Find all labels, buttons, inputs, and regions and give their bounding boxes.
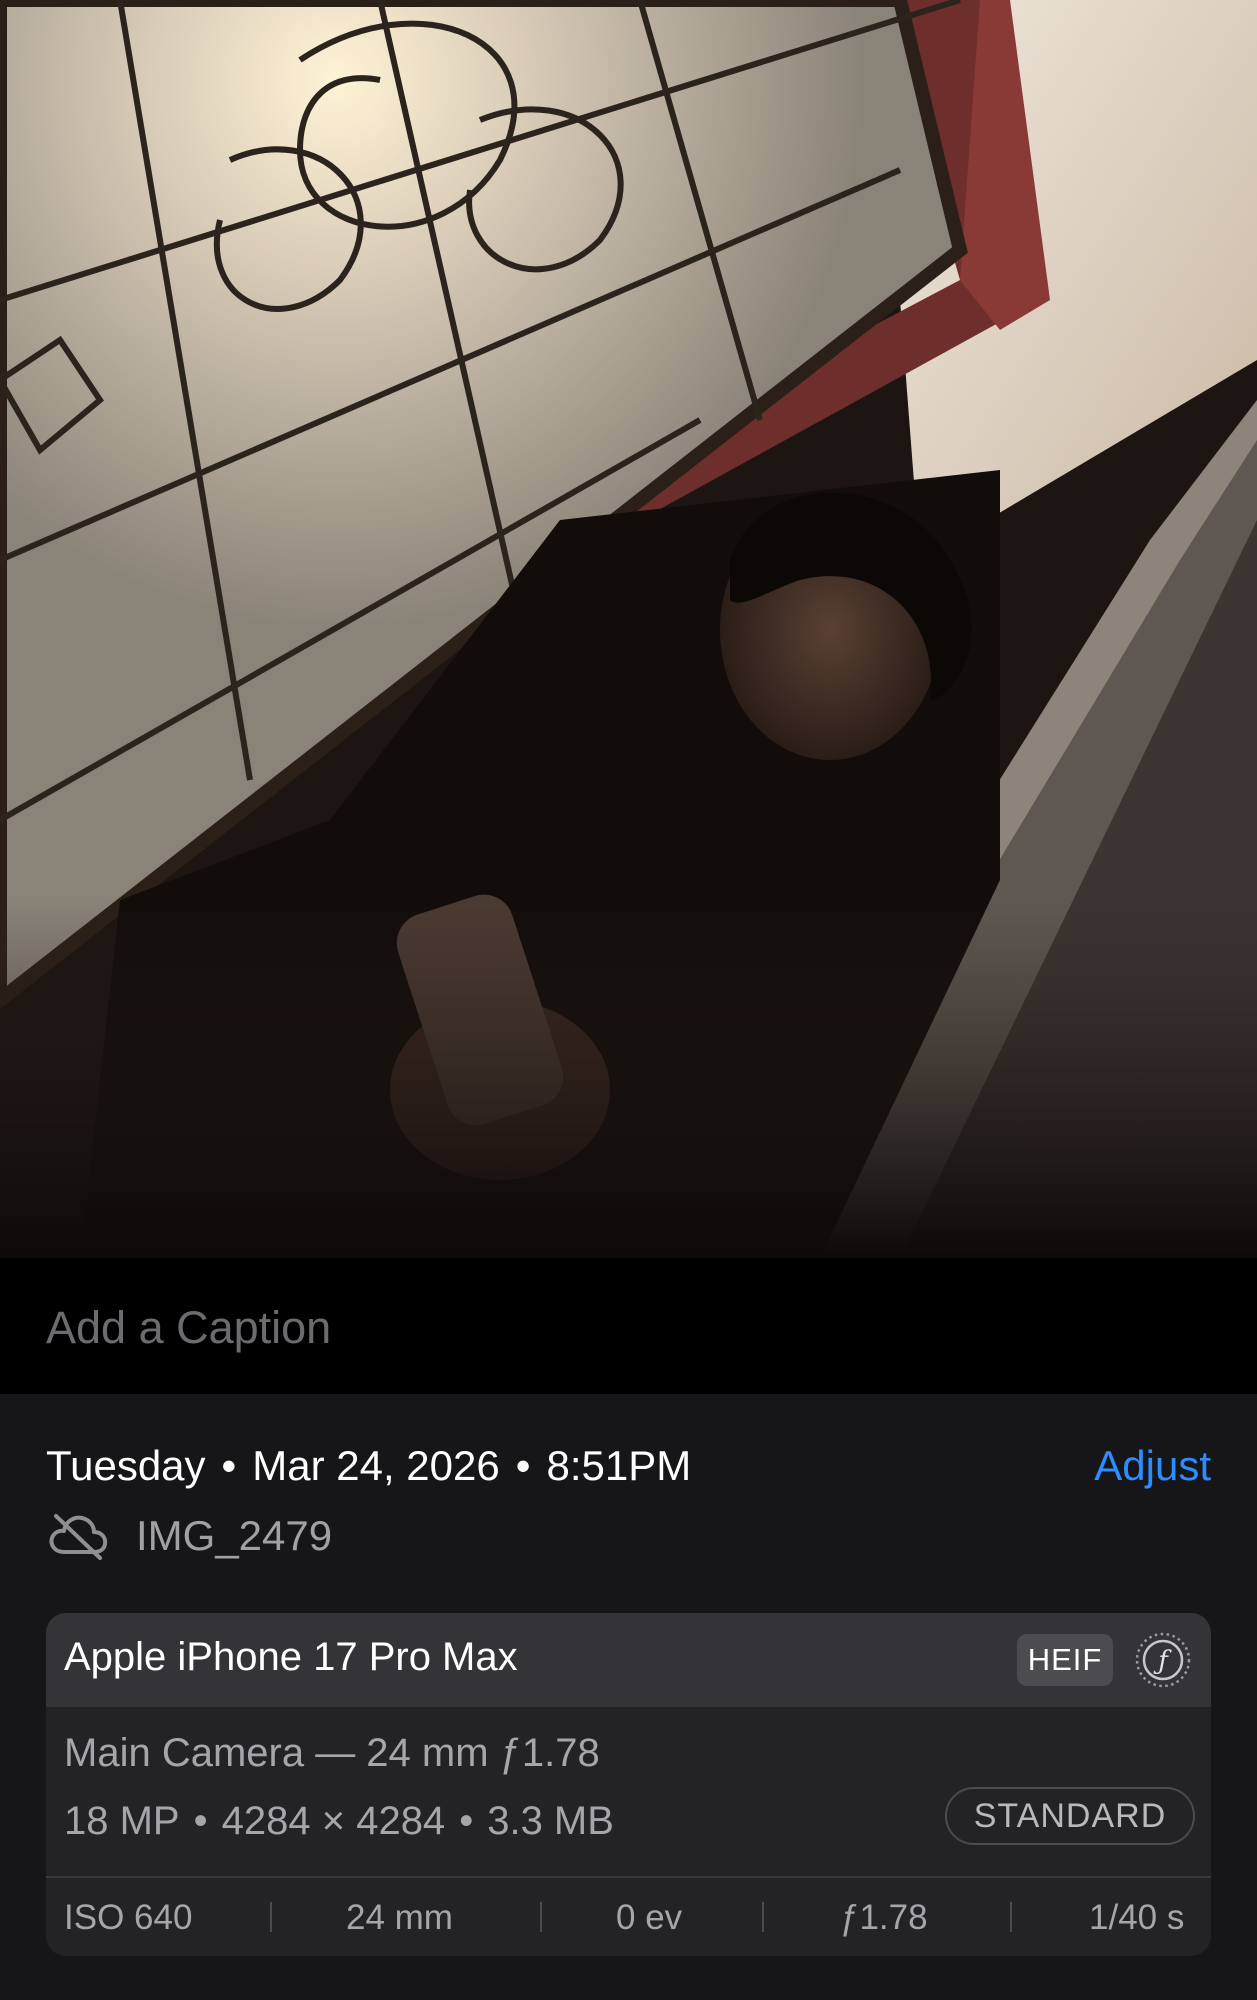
date-time-line: Tuesday • Mar 24, 2026 • 8:51PM — [46, 1442, 691, 1490]
photographic-style-badge[interactable]: STANDARD — [945, 1787, 1195, 1845]
dimensions: 4284 × 4284 — [221, 1799, 446, 1843]
svg-text:ƒ: ƒ — [1153, 1646, 1172, 1676]
focal-length-value: 24 mm — [346, 1898, 453, 1937]
metadata-header: Apple iPhone 17 Pro Max HEIF ƒ — [46, 1613, 1211, 1707]
time-label: 8:51PM — [546, 1442, 692, 1489]
metadata-card: Apple iPhone 17 Pro Max HEIF ƒ Main Came… — [46, 1613, 1211, 1956]
file-size: 3.3 MB — [487, 1799, 614, 1843]
separator-dot: • — [515, 1442, 531, 1489]
exif-row: ISO 640 24 mm 0 ev ƒ1.78 1/40 s — [46, 1878, 1211, 1956]
day-label: Tuesday — [46, 1442, 206, 1489]
lens-info: Main Camera — 24 mm ƒ1.78 — [64, 1731, 600, 1775]
exposure-value: 0 ev — [616, 1898, 683, 1937]
separator-dot: • — [221, 1442, 237, 1489]
iso-value: ISO 640 — [64, 1898, 193, 1937]
separator-dot: • — [459, 1799, 474, 1843]
photo-image[interactable] — [0, 0, 1257, 1258]
cloud-off-icon — [46, 1510, 110, 1562]
exif-separator — [540, 1902, 542, 1932]
shutter-speed-value: 1/40 s — [1089, 1898, 1185, 1937]
aperture-value: ƒ1.78 — [840, 1898, 928, 1937]
format-badge: HEIF — [1017, 1634, 1113, 1686]
photo-info-screen: Tuesday • Mar 24, 2026 • 8:51PM Adjust IMG_2… — [0, 0, 1257, 2000]
file-row: IMG_2479 — [46, 1508, 332, 1564]
caption-input[interactable] — [46, 1298, 1146, 1358]
file-name: IMG_2479 — [136, 1512, 333, 1559]
adjust-button[interactable]: Adjust — [1094, 1442, 1211, 1490]
photographic-style-icon[interactable]: ƒ — [1134, 1631, 1192, 1689]
device-name: Apple iPhone 17 Pro Max — [64, 1635, 518, 1679]
date-label: Mar 24, 2026 — [252, 1442, 500, 1489]
exif-separator — [270, 1902, 272, 1932]
separator-dot: • — [193, 1799, 208, 1843]
exif-separator — [1010, 1902, 1012, 1932]
exif-separator — [762, 1902, 764, 1932]
megapixels: 18 MP — [64, 1799, 180, 1843]
image-specs: 18 MP • 4284 × 4284 • 3.3 MB — [64, 1799, 614, 1844]
